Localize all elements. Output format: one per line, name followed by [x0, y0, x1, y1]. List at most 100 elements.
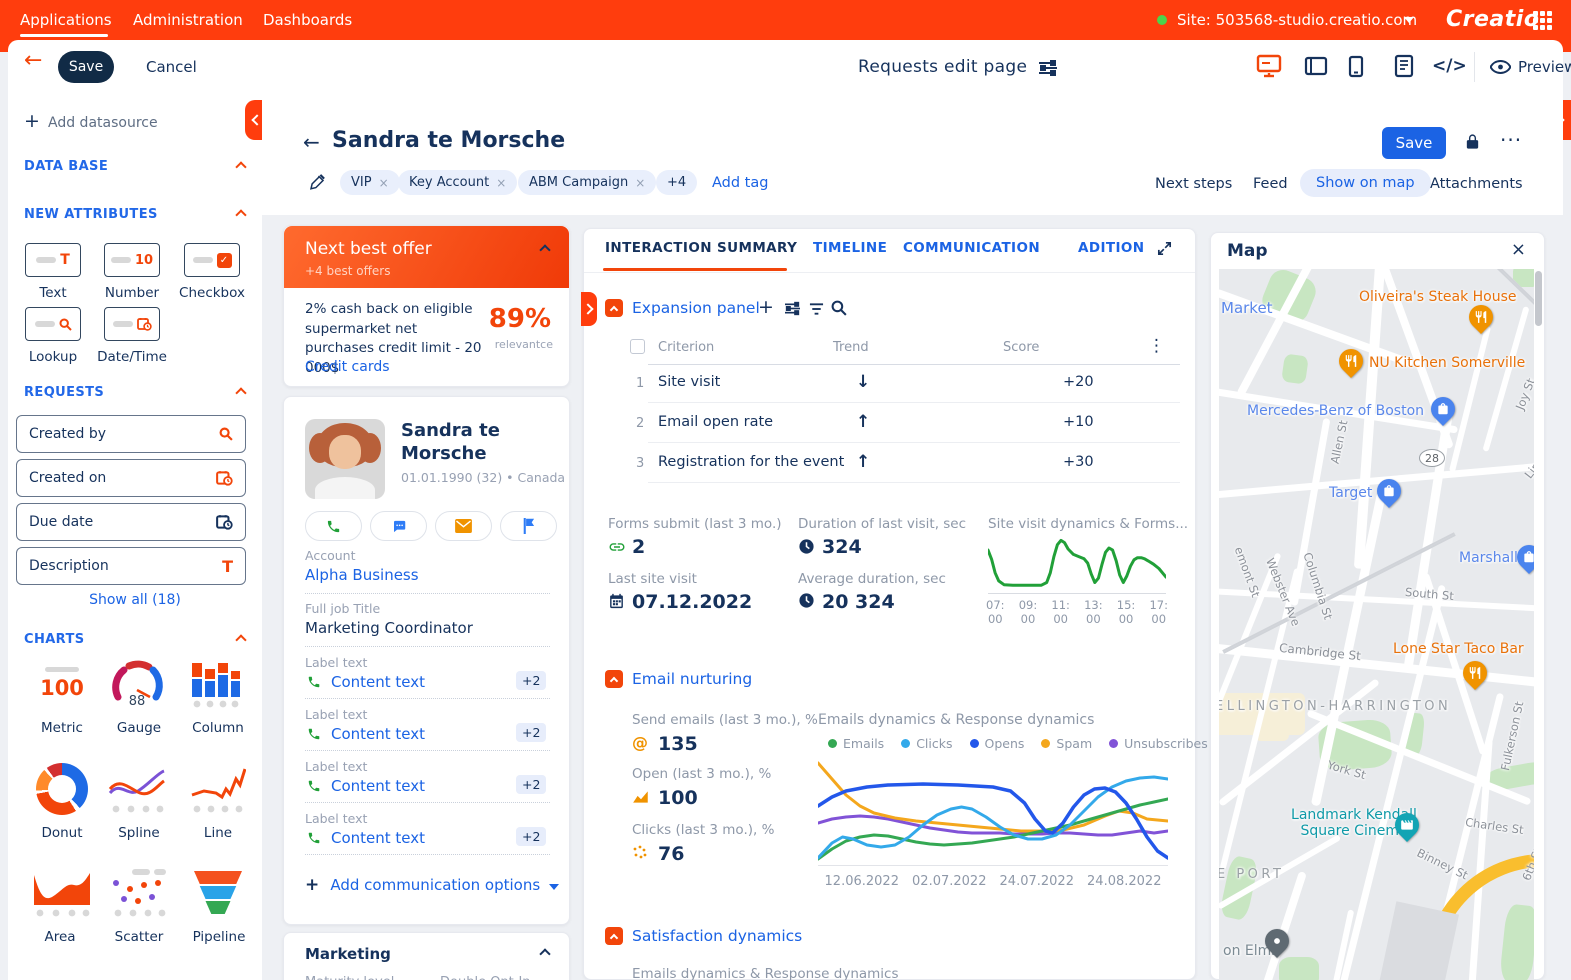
- tab-communication[interactable]: COMMUNICATION: [903, 240, 1040, 256]
- chart-tile-spline[interactable]: [108, 767, 166, 819]
- add-datasource-button[interactable]: Add datasource: [48, 115, 158, 131]
- map-poi-label[interactable]: Market: [1221, 299, 1273, 317]
- site-selector[interactable]: Site: 503568-studio.creatio.com: [1177, 11, 1417, 29]
- attr-tile-datetime[interactable]: [104, 307, 160, 341]
- tag-pen-icon[interactable]: [308, 172, 326, 192]
- section-database[interactable]: DATA BASE: [24, 159, 108, 174]
- map-poi-label[interactable]: Mercedes-Benz of Boston: [1247, 403, 1424, 419]
- collapse-offer-icon[interactable]: [539, 244, 550, 255]
- view-tab-feed[interactable]: Feed: [1253, 176, 1288, 192]
- collapse-database-icon[interactable]: [235, 161, 246, 172]
- tag-more[interactable]: +4: [656, 170, 697, 195]
- remove-tag-icon[interactable]: ×: [635, 176, 645, 190]
- tab-timeline[interactable]: TIMELINE: [813, 240, 887, 256]
- page-settings-icon[interactable]: [1038, 59, 1058, 77]
- chart-tile-scatter[interactable]: [110, 867, 168, 923]
- col-score[interactable]: Score: [1003, 340, 1039, 355]
- tag-abm-campaign[interactable]: ABM Campaign×: [518, 170, 656, 195]
- panel-expander-tab[interactable]: [581, 292, 597, 326]
- comm-row-badge[interactable]: +2: [516, 723, 546, 742]
- account-link[interactable]: Alpha Business: [305, 566, 419, 584]
- legend-item-emails[interactable]: Emails: [828, 736, 884, 751]
- add-tag-button[interactable]: Add tag: [712, 175, 768, 191]
- email-button[interactable]: [435, 511, 492, 541]
- show-all-link[interactable]: Show all (18): [8, 592, 262, 608]
- designer-save-button[interactable]: Save: [58, 51, 114, 83]
- add-communication-options[interactable]: + Add communication options: [305, 875, 559, 895]
- nav-administration[interactable]: Administration: [133, 11, 243, 29]
- field-due-date[interactable]: Due date: [16, 503, 246, 541]
- field-created-by[interactable]: Created by: [16, 415, 246, 453]
- comm-row-value[interactable]: Content text: [331, 673, 425, 691]
- tab-adition[interactable]: ADITION: [1078, 240, 1144, 256]
- tablet-view-icon[interactable]: [1304, 56, 1328, 76]
- collapse-marketing-icon[interactable]: [539, 948, 550, 959]
- offer-credit-cards-link[interactable]: Credit cards: [305, 359, 390, 375]
- tag-vip[interactable]: VIP×: [340, 170, 400, 195]
- comm-row-value[interactable]: Content text: [331, 777, 425, 795]
- view-tab-attachments[interactable]: Attachments: [1430, 176, 1523, 192]
- chart-tile-donut[interactable]: [36, 763, 88, 815]
- preview-button[interactable]: Preview: [1518, 58, 1571, 76]
- search-icon[interactable]: [831, 300, 847, 316]
- chart-tile-metric[interactable]: 100: [34, 665, 90, 700]
- map-poi-label[interactable]: Marshalls: [1459, 550, 1525, 566]
- comm-row-badge[interactable]: +2: [516, 827, 546, 846]
- collapse-expansion-icon[interactable]: [605, 299, 623, 317]
- nav-dashboards[interactable]: Dashboards: [263, 11, 352, 29]
- chart-tile-area[interactable]: [32, 867, 92, 923]
- designer-cancel-button[interactable]: Cancel: [146, 58, 197, 76]
- expand-panel-icon[interactable]: [1156, 240, 1173, 257]
- record-save-button[interactable]: Save: [1382, 127, 1446, 159]
- chart-tile-gauge[interactable]: 88: [108, 657, 166, 713]
- remove-tag-icon[interactable]: ×: [379, 176, 389, 190]
- attr-tile-lookup[interactable]: [25, 307, 81, 341]
- field-created-on[interactable]: Created on: [16, 459, 246, 497]
- preview-eye-icon[interactable]: [1490, 60, 1511, 74]
- chart-tile-line[interactable]: [190, 767, 246, 819]
- map-poi-label[interactable]: Target: [1329, 485, 1372, 501]
- chat-button[interactable]: [370, 511, 427, 541]
- section-new-attributes[interactable]: NEW ATTRIBUTES: [24, 207, 158, 222]
- map-poi-label[interactable]: Lone Star Taco Bar: [1393, 641, 1524, 657]
- chart-tile-column[interactable]: [190, 661, 242, 713]
- comm-row-badge[interactable]: +2: [516, 671, 546, 690]
- comm-row-badge[interactable]: +2: [516, 775, 546, 794]
- settings-sliders-icon[interactable]: [784, 301, 801, 316]
- collapse-new-attributes-icon[interactable]: [235, 209, 246, 220]
- legend-item-opens[interactable]: Opens: [970, 736, 1025, 751]
- collapse-satisfaction-icon[interactable]: [605, 927, 623, 945]
- form-structure-icon[interactable]: [1394, 54, 1414, 78]
- attr-tile-text[interactable]: T: [25, 243, 81, 277]
- legend-item-clicks[interactable]: Clicks: [901, 736, 952, 751]
- app-grid-icon[interactable]: [1533, 11, 1552, 30]
- collapse-email-nurturing-icon[interactable]: [605, 670, 623, 688]
- chart-tile-pipeline[interactable]: [194, 871, 242, 914]
- call-button[interactable]: [305, 511, 362, 541]
- tab-interaction-summary[interactable]: INTERACTION SUMMARY: [605, 240, 797, 256]
- tag-key-account[interactable]: Key Account×: [398, 170, 517, 195]
- attr-tile-number[interactable]: 10: [104, 243, 160, 277]
- remove-tag-icon[interactable]: ×: [496, 176, 506, 190]
- view-tab-show-on-map[interactable]: Show on map: [1300, 169, 1431, 197]
- collapse-charts-icon[interactable]: [235, 634, 246, 645]
- map-close-icon[interactable]: ×: [1511, 239, 1526, 260]
- site-caret-icon[interactable]: [1404, 17, 1414, 23]
- filter-icon[interactable]: [809, 302, 824, 316]
- section-requests[interactable]: REQUESTS: [24, 385, 104, 400]
- more-actions-button[interactable]: ···: [1500, 128, 1522, 152]
- desktop-view-icon[interactable]: [1256, 54, 1282, 78]
- comm-row-value[interactable]: Content text: [331, 829, 425, 847]
- nav-applications[interactable]: Applications: [20, 11, 112, 29]
- section-charts[interactable]: CHARTS: [24, 632, 85, 647]
- record-back-arrow[interactable]: ←: [303, 130, 320, 154]
- map-pin-restaurant[interactable]: [1464, 300, 1498, 334]
- field-description[interactable]: Description T: [16, 547, 246, 585]
- lock-icon[interactable]: [1464, 131, 1481, 152]
- back-arrow-icon[interactable]: ←: [24, 48, 42, 73]
- col-criterion[interactable]: Criterion: [658, 340, 714, 355]
- collapse-requests-icon[interactable]: [235, 387, 246, 398]
- phone-view-icon[interactable]: [1348, 55, 1364, 78]
- comm-row-value[interactable]: Content text: [331, 725, 425, 743]
- legend-item-spam[interactable]: Spam: [1041, 736, 1092, 751]
